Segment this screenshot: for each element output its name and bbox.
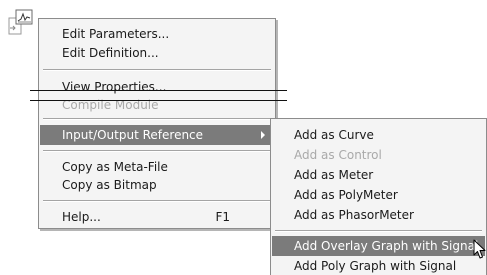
menu-item-view-properties[interactable]: View Properties... [40,77,274,97]
submenu-item-add-as-phasormeter[interactable]: Add as PhasorMeter [272,205,485,225]
menu-item-input-output-reference[interactable]: Input/Output Reference [40,125,274,145]
submenu-item-add-poly-graph-with-signal[interactable]: Add Poly Graph with Signal [272,256,485,275]
menu-item-label: Copy as Meta-File [62,160,168,174]
menu-item-shortcut: F1 [215,210,230,224]
menu-item-label: Add Overlay Graph with Signal [294,239,479,253]
menu-item-label: Add as PolyMeter [294,188,398,202]
menu-item-edit-parameters[interactable]: Edit Parameters... [40,24,274,44]
menu-item-copy-as-meta-file[interactable]: Copy as Meta-File [40,157,274,177]
strike-line [30,90,287,91]
menu-item-label: Copy as Bitmap [62,178,157,192]
submenu-input-output-reference: Add as Curve Add as Control Add as Meter… [270,118,487,275]
menu-item-copy-as-bitmap[interactable]: Copy as Bitmap [40,175,274,195]
submenu-item-add-as-meter[interactable]: Add as Meter [272,165,485,185]
menu-item-label: Add as Meter [294,168,374,182]
menu-item-label: View Properties... [62,80,167,94]
context-menu: Edit Parameters... Edit Definition... Vi… [38,18,276,229]
menu-separator [43,200,271,202]
menu-separator [43,118,271,120]
menu-item-label: Edit Parameters... [62,27,170,41]
submenu-item-add-overlay-graph-with-signal[interactable]: Add Overlay Graph with Signal [272,236,485,256]
menu-item-compile-module: Compile Module [40,95,274,115]
graph-component-icon[interactable] [8,8,34,36]
submenu-item-add-as-curve[interactable]: Add as Curve [272,125,485,145]
menu-item-label: Add as Curve [294,128,374,142]
menu-item-label: Add as PhasorMeter [294,208,414,222]
menu-item-label: Input/Output Reference [62,128,204,142]
menu-item-label: Compile Module [62,98,159,112]
submenu-item-add-as-control: Add as Control [272,145,485,165]
menu-item-label: Add Poly Graph with Signal [294,259,457,273]
menu-separator [275,230,482,232]
arrow-cursor-icon [473,239,486,261]
menu-item-label: Help... [62,210,101,224]
menu-item-edit-definition[interactable]: Edit Definition... [40,43,274,63]
chevron-right-icon [261,131,265,139]
submenu-item-add-as-polymeter[interactable]: Add as PolyMeter [272,185,485,205]
menu-separator [43,69,271,71]
menu-item-label: Edit Definition... [62,46,159,60]
menu-item-help[interactable]: Help... F1 [40,207,274,227]
menu-item-label: Add as Control [294,148,382,162]
menu-separator [43,150,271,152]
strike-line [30,100,287,101]
